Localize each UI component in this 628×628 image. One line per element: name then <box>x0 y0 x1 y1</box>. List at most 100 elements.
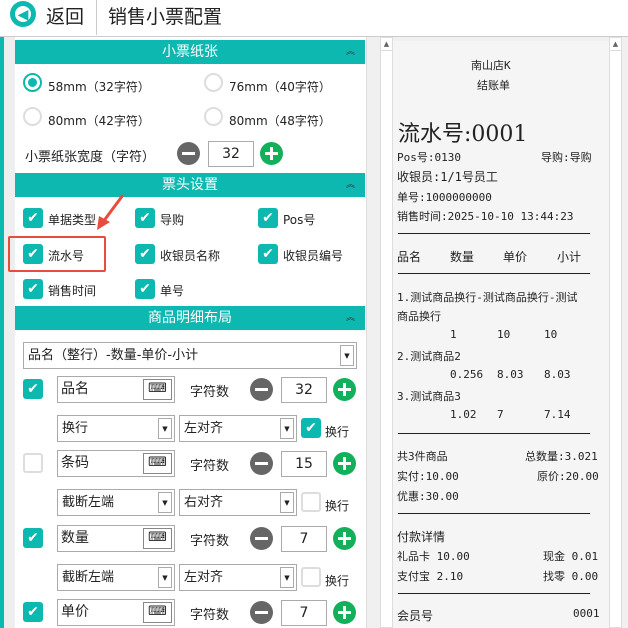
collapse-icon[interactable]: ︽ <box>346 40 355 64</box>
checkbox-6[interactable]: ✔ <box>23 279 43 299</box>
keyboard-icon[interactable]: ⌨ <box>143 453 172 474</box>
section-paper-header[interactable]: 小票纸张 ︽ <box>15 40 365 64</box>
keyboard-icon[interactable]: ⌨ <box>143 379 172 400</box>
layout-select-value: 品名（整行）-数量-单价-小计 <box>28 348 199 363</box>
radio-label: 80mm（42字符） <box>48 114 150 128</box>
checkbox-4[interactable]: ✔ <box>135 244 155 264</box>
char-count-input[interactable]: 7 <box>281 600 327 626</box>
sale-time: 销售时间:2025-10-10 13:44:23 <box>397 210 574 223</box>
radio-80mm-48[interactable] <box>204 107 223 126</box>
truncate-mode-select[interactable]: 换行 ▼ <box>57 415 175 442</box>
checkbox-label: 收银员名称 <box>160 249 221 263</box>
scrollbar-left[interactable]: ▲ <box>380 37 393 628</box>
radio-58mm[interactable] <box>23 73 42 92</box>
receipt-divider <box>398 233 590 234</box>
item-subtotal: 10 <box>544 328 558 341</box>
item-qty: 0.256 <box>450 368 484 381</box>
field-enable-checkbox[interactable] <box>23 453 43 473</box>
field-enable-checkbox[interactable]: ✔ <box>23 602 43 622</box>
store-name: 南山店K <box>471 59 511 72</box>
back-button[interactable]: 返回 <box>46 2 84 29</box>
wrap-checkbox[interactable] <box>301 567 321 587</box>
radio-80mm-42[interactable] <box>23 107 42 126</box>
select-value: 右对齐 <box>184 495 224 510</box>
column-header: 数量 <box>450 250 475 264</box>
checkbox-label: Pos号 <box>283 213 316 227</box>
field-name-input[interactable]: 单价 ⌨ <box>57 599 175 626</box>
char-count-input[interactable]: 15 <box>281 451 327 477</box>
section-title: 商品明细布局 <box>148 310 232 326</box>
char-count-label: 字符数 <box>190 534 230 549</box>
decrement-button[interactable] <box>250 527 273 550</box>
serial-number: 流水号:0001 <box>398 122 528 147</box>
decrement-button[interactable] <box>177 142 200 165</box>
collapse-icon[interactable]: ︽ <box>346 306 355 330</box>
discount: 优惠:30.00 <box>397 490 459 503</box>
field-name: 数量 <box>61 530 89 546</box>
keyboard-icon[interactable]: ⌨ <box>143 528 172 549</box>
member-number: 0001 <box>573 607 600 620</box>
item-qty: 1 <box>450 328 457 341</box>
increment-button[interactable] <box>333 452 356 475</box>
decrement-button[interactable] <box>250 601 273 624</box>
increment-button[interactable] <box>260 142 283 165</box>
field-name-input[interactable]: 条码 ⌨ <box>57 450 175 477</box>
scrollbar-right[interactable]: ▲ <box>609 37 622 628</box>
paper-width-input[interactable]: 32 <box>208 141 254 167</box>
chevron-down-icon: ▼ <box>280 567 294 588</box>
keyboard-icon[interactable]: ⌨ <box>143 602 172 623</box>
column-header: 小计 <box>557 250 582 264</box>
char-count-input[interactable]: 7 <box>281 526 327 552</box>
align-select[interactable]: 左对齐 ▼ <box>179 415 297 442</box>
field-enable-checkbox[interactable]: ✔ <box>23 528 43 548</box>
cashier: 收银员:1/1号员工 <box>397 170 498 184</box>
item-subtotal: 7.14 <box>544 408 571 421</box>
radio-76mm[interactable] <box>204 73 223 92</box>
select-value: 左对齐 <box>184 421 224 436</box>
truncate-mode-select[interactable]: 截断左端 ▼ <box>57 489 175 516</box>
align-select[interactable]: 右对齐 ▼ <box>179 489 297 516</box>
scroll-up-icon[interactable]: ▲ <box>381 38 392 51</box>
chevron-down-icon: ▼ <box>340 345 354 366</box>
checkbox-label: 单号 <box>160 284 185 298</box>
change: 找零 0.00 <box>543 570 599 583</box>
divider <box>96 0 97 35</box>
item-count: 共3件商品 <box>397 450 448 463</box>
receipt-divider <box>398 433 590 434</box>
scroll-up-icon[interactable]: ▲ <box>610 38 621 51</box>
decrement-button[interactable] <box>250 452 273 475</box>
checkbox-1[interactable]: ✔ <box>135 208 155 228</box>
increment-button[interactable] <box>333 601 356 624</box>
checkbox-2[interactable]: ✔ <box>258 208 278 228</box>
chevron-down-icon: ▼ <box>280 418 294 439</box>
decrement-button[interactable] <box>250 378 273 401</box>
wrap-checkbox[interactable]: ✔ <box>301 418 321 438</box>
highlight-box <box>8 236 106 272</box>
guide: 导购:导购 <box>541 151 592 164</box>
increment-button[interactable] <box>333 378 356 401</box>
back-arrow-icon[interactable]: ◀ <box>10 1 36 27</box>
select-value: 截断左端 <box>62 495 115 510</box>
wrap-checkbox[interactable] <box>301 492 321 512</box>
char-count-label: 字符数 <box>190 459 230 474</box>
checkbox-5[interactable]: ✔ <box>258 244 278 264</box>
align-select[interactable]: 左对齐 ▼ <box>179 564 297 591</box>
section-head-header[interactable]: 票头设置 ︽ <box>15 173 365 197</box>
checkbox-7[interactable]: ✔ <box>135 279 155 299</box>
paid-amount: 实付:10.00 <box>397 470 459 483</box>
checkbox-label: 导购 <box>160 213 185 227</box>
truncate-mode-select[interactable]: 截断左端 ▼ <box>57 564 175 591</box>
char-count-input[interactable]: 32 <box>281 377 327 403</box>
increment-button[interactable] <box>333 527 356 550</box>
item-qty: 1.02 <box>450 408 477 421</box>
field-name-input[interactable]: 数量 ⌨ <box>57 525 175 552</box>
total-qty: 总数量:3.021 <box>525 450 598 463</box>
checkbox-0[interactable]: ✔ <box>23 208 43 228</box>
layout-select[interactable]: 品名（整行）-数量-单价-小计 ▼ <box>23 342 357 369</box>
section-detail-header[interactable]: 商品明细布局 ︽ <box>15 306 365 330</box>
field-name-input[interactable]: 品名 ⌨ <box>57 376 175 403</box>
collapse-icon[interactable]: ︽ <box>346 173 355 197</box>
field-enable-checkbox[interactable]: ✔ <box>23 379 43 399</box>
original-price: 原价:20.00 <box>537 470 599 483</box>
member-label: 会员号 <box>397 609 434 623</box>
